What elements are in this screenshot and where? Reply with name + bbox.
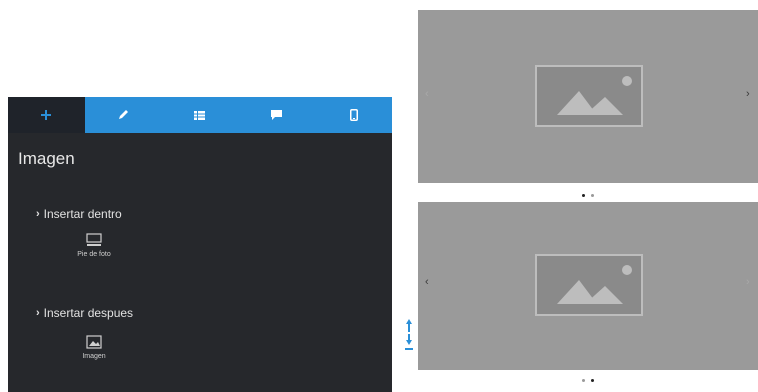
- indicator-dot-active[interactable]: [591, 379, 594, 382]
- prev-arrow-icon[interactable]: ‹: [425, 276, 429, 288]
- prev-arrow-icon[interactable]: ‹: [425, 88, 429, 100]
- carousel-preview-1[interactable]: ‹ ›: [418, 10, 758, 202]
- tab-edit[interactable]: [85, 97, 162, 133]
- tab-table[interactable]: [162, 97, 239, 133]
- indicator-dot[interactable]: [591, 194, 594, 197]
- carousel-indicators: [418, 194, 758, 197]
- mountain-image-icon: [557, 265, 632, 304]
- carousel-slide: ‹ ›: [418, 202, 758, 370]
- indicator-dot[interactable]: [582, 379, 585, 382]
- section-label: Insertar despues: [43, 306, 134, 320]
- mountain-image-icon: [557, 76, 632, 115]
- resize-handle[interactable]: [404, 318, 414, 352]
- mobile-icon: [349, 109, 358, 121]
- pencil-icon: [119, 110, 129, 119]
- insert-caption-button[interactable]: Pie de foto: [64, 233, 124, 258]
- editor-toolbar: [8, 97, 392, 133]
- grid-icon: [194, 110, 206, 120]
- section-insert-inside[interactable]: › Insertar dentro: [36, 207, 122, 221]
- resize-vertical-icon: [405, 319, 413, 350]
- tile-label: Pie de foto: [77, 251, 111, 258]
- comment-icon: [271, 110, 283, 120]
- section-insert-after[interactable]: › Insertar despues: [36, 306, 133, 320]
- tile-label: Imagen: [82, 353, 106, 360]
- tab-add[interactable]: [8, 97, 85, 133]
- next-arrow-icon[interactable]: ›: [746, 88, 750, 100]
- caption-icon: [86, 233, 102, 246]
- chevron-right-icon: ›: [36, 307, 40, 319]
- carousel-preview-2[interactable]: ‹ ›: [418, 202, 758, 392]
- panel-title: Imagen: [18, 149, 75, 168]
- plus-icon: [41, 110, 52, 120]
- tab-mobile[interactable]: [315, 97, 392, 133]
- editor-panel: Imagen › Insertar dentro Pie de foto › I…: [8, 97, 392, 392]
- insert-image-button[interactable]: Imagen: [64, 335, 124, 360]
- image-placeholder: [535, 65, 643, 127]
- next-arrow-icon[interactable]: ›: [746, 276, 750, 288]
- carousel-indicators: [418, 379, 758, 382]
- image-placeholder: [535, 254, 643, 316]
- chevron-right-icon: ›: [36, 208, 40, 220]
- indicator-dot-active[interactable]: [582, 194, 585, 197]
- tab-comment[interactable]: [238, 97, 315, 133]
- image-icon: [86, 335, 102, 349]
- carousel-slide: ‹ ›: [418, 10, 758, 183]
- section-label: Insertar dentro: [43, 207, 122, 221]
